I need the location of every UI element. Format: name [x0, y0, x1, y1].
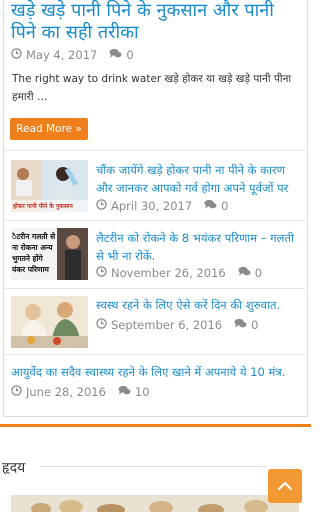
post-date: November 26, 2016: [111, 266, 226, 280]
section-post-thumbnail[interactable]: [11, 495, 299, 512]
post-meta: November 26, 2016 0: [96, 266, 262, 280]
post-date: September 6, 2016: [111, 318, 223, 332]
thumbnail-caption: होकर पानी पीने के नुकसान: [13, 203, 73, 210]
thumbnail-caption: भुगतने होंगे: [12, 254, 43, 263]
clock-icon: [11, 48, 22, 62]
post-title[interactable]: चौंक जायेंगे खड़े होकर पानी ना पीने के क…: [96, 161, 302, 197]
divider: [4, 220, 305, 221]
post-thumbnail[interactable]: [11, 296, 88, 348]
chevron-up-icon: [268, 481, 302, 506]
section-accent-bar: [0, 424, 311, 427]
comment-icon: [238, 266, 251, 280]
post-date: May 4, 2017: [26, 48, 98, 62]
post-meta: June 28, 2016 10: [11, 385, 150, 399]
comment-count[interactable]: 0: [126, 48, 133, 62]
post-meta: April 30, 2017 0: [96, 199, 228, 213]
read-more-button[interactable]: Read More »: [10, 118, 88, 140]
thumbnail-caption: यंकर परिणाम: [12, 265, 49, 274]
comment-icon: [234, 318, 247, 332]
featured-post-meta: May 4, 2017 0: [11, 48, 134, 62]
post-title[interactable]: स्वस्थ रहने के लिए ऐसे करें दिन की शुरुव…: [96, 296, 302, 314]
comment-count[interactable]: 10: [135, 385, 150, 399]
featured-post-title[interactable]: खड़े खड़े पानी पिने के नुकसान और पानी पि…: [11, 0, 303, 44]
clock-icon: [96, 266, 107, 280]
comment-icon: [118, 385, 131, 399]
clock-icon: [96, 199, 107, 213]
comment-icon: [204, 199, 217, 213]
divider: [4, 354, 305, 355]
post-date: April 30, 2017: [111, 199, 193, 213]
thumbnail-caption: ैटरीन गलती से: [12, 232, 56, 241]
comment-count[interactable]: 0: [251, 318, 258, 332]
post-thumbnail[interactable]: होकर पानी पीने के नुकसान: [11, 160, 88, 212]
featured-post-excerpt: The right way to drink water खड़े होकर य…: [12, 73, 292, 103]
comment-icon: [109, 48, 122, 62]
section-title: हृदय: [2, 460, 26, 476]
post-title[interactable]: लैटरीन को रोकने के 8 भयंकर परिणाम – गलती…: [96, 229, 302, 265]
post-date: June 28, 2016: [26, 385, 106, 399]
comment-count[interactable]: 0: [255, 266, 262, 280]
divider: [4, 288, 305, 289]
post-title[interactable]: आयुर्वेद का सदैव स्वास्थ्य रहने के लिए ख…: [11, 363, 303, 381]
scroll-to-top-button[interactable]: [268, 469, 302, 503]
divider: [4, 150, 305, 151]
clock-icon: [96, 318, 107, 332]
clock-icon: [11, 385, 22, 399]
section-divider: [40, 466, 266, 467]
thumbnail-caption: ना रोकना अन्य: [12, 243, 53, 252]
comment-count[interactable]: 0: [221, 199, 228, 213]
post-thumbnail[interactable]: ैटरीन गलती से ना रोकना अन्य भुगतने होंगे…: [11, 228, 88, 280]
post-meta: September 6, 2016 0: [96, 318, 258, 332]
